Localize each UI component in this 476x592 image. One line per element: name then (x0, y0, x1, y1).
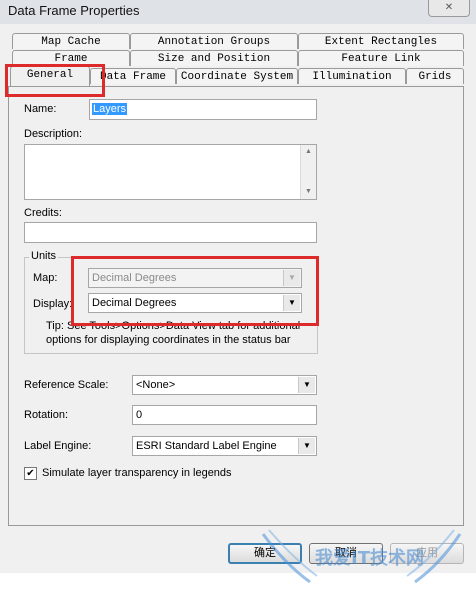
reference-scale-label: Reference Scale: (24, 379, 109, 391)
chevron-down-icon[interactable]: ▼ (298, 438, 315, 454)
display-units-value: Decimal Degrees (92, 297, 177, 309)
window-title: Data Frame Properties (8, 3, 140, 18)
close-icon[interactable]: ✕ (428, 0, 470, 17)
tab-frame[interactable]: Frame (12, 50, 130, 66)
tab-general[interactable]: General (10, 66, 90, 86)
display-units-select[interactable]: Decimal Degrees ▼ (88, 293, 302, 313)
ok-button[interactable]: 确定 (228, 543, 302, 564)
description-field[interactable]: ▲ ▼ (24, 144, 317, 200)
dialog-body: Map Cache Annotation Groups Extent Recta… (0, 24, 476, 584)
apply-button[interactable]: 应用 (390, 543, 464, 564)
reference-scale-value: <None> (136, 379, 176, 391)
tab-feature-link[interactable]: Feature Link (298, 50, 464, 66)
tab-extent-rectangles[interactable]: Extent Rectangles (298, 33, 464, 49)
chevron-down-icon[interactable]: ▼ (298, 377, 315, 393)
display-units-label: Display: (33, 298, 73, 310)
simulate-transparency-checkbox[interactable]: ✔ (24, 467, 37, 480)
description-label: Description: (24, 128, 83, 140)
tab-illumination[interactable]: Illumination (298, 68, 406, 84)
general-panel: Name: Layers Description: ▲ ▼ Credits: U… (8, 86, 464, 526)
name-label: Name: (24, 103, 57, 115)
label-engine-value: ESRI Standard Label Engine (136, 440, 277, 452)
rotation-field[interactable]: 0 (132, 405, 317, 425)
tab-size-and-position[interactable]: Size and Position (130, 50, 298, 66)
rotation-value: 0 (136, 409, 143, 421)
map-units-select: Decimal Degrees ▼ (88, 268, 302, 288)
credits-label: Credits: (24, 207, 62, 219)
description-scrollbar[interactable]: ▲ ▼ (300, 145, 316, 199)
tab-annotation-groups[interactable]: Annotation Groups (130, 33, 298, 49)
simulate-transparency-label: Simulate layer transparency in legends (42, 467, 232, 479)
label-engine-label: Label Engine: (24, 440, 92, 452)
name-field[interactable]: Layers (89, 99, 317, 120)
name-value: Layers (92, 103, 128, 115)
chevron-down-icon[interactable]: ▼ (283, 295, 300, 311)
rotation-label: Rotation: (24, 409, 69, 421)
label-engine-select[interactable]: ESRI Standard Label Engine ▼ (132, 436, 317, 456)
tab-coordinate-system[interactable]: Coordinate System (176, 68, 298, 84)
units-tip: Tip: See Tools>Options>Data View tab for… (46, 320, 301, 346)
cancel-button[interactable]: 取消 (309, 543, 383, 564)
reference-scale-select[interactable]: <None> ▼ (132, 375, 317, 395)
tab-data-frame[interactable]: Data Frame (90, 68, 176, 84)
scroll-up-icon[interactable]: ▲ (301, 145, 316, 159)
map-units-value: Decimal Degrees (92, 272, 177, 284)
units-title: Units (29, 250, 59, 262)
tab-grids[interactable]: Grids (406, 68, 464, 84)
tab-map-cache[interactable]: Map Cache (12, 33, 130, 49)
credits-field[interactable] (24, 222, 317, 243)
chevron-down-icon: ▼ (283, 270, 300, 286)
title-bar: Data Frame Properties ✕ (0, 0, 476, 25)
map-units-label: Map: (33, 272, 58, 284)
scroll-down-icon[interactable]: ▼ (301, 185, 316, 199)
